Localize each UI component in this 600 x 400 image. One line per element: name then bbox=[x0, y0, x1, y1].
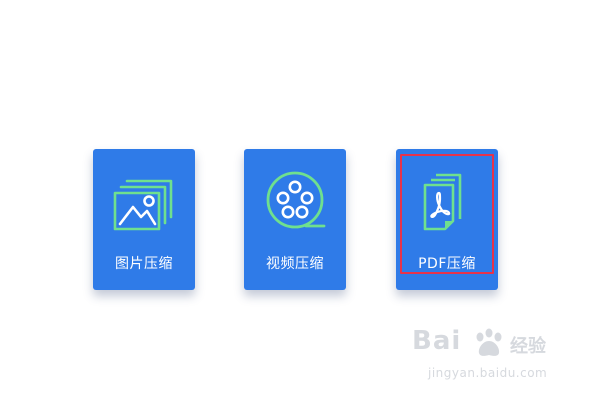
image-compress-card[interactable]: 图片压缩 bbox=[93, 149, 195, 290]
video-compress-card[interactable]: 视频压缩 bbox=[244, 149, 346, 290]
image-stack-icon bbox=[109, 171, 179, 233]
paw-icon bbox=[472, 328, 506, 364]
film-reel-icon bbox=[260, 171, 330, 233]
tool-label: PDF压缩 bbox=[418, 256, 476, 272]
watermark-brand: Bai bbox=[412, 326, 462, 356]
tool-label: 图片压缩 bbox=[115, 256, 173, 272]
tool-label: 视频压缩 bbox=[266, 256, 324, 272]
watermark-brand-cn: 经验 bbox=[510, 336, 546, 357]
pdf-document-icon bbox=[412, 171, 482, 233]
watermark: Bai 经验 jingyan.baidu.com bbox=[412, 326, 582, 386]
pdf-compress-card[interactable]: PDF压缩 bbox=[396, 149, 498, 290]
watermark-url: jingyan.baidu.com bbox=[428, 366, 548, 380]
